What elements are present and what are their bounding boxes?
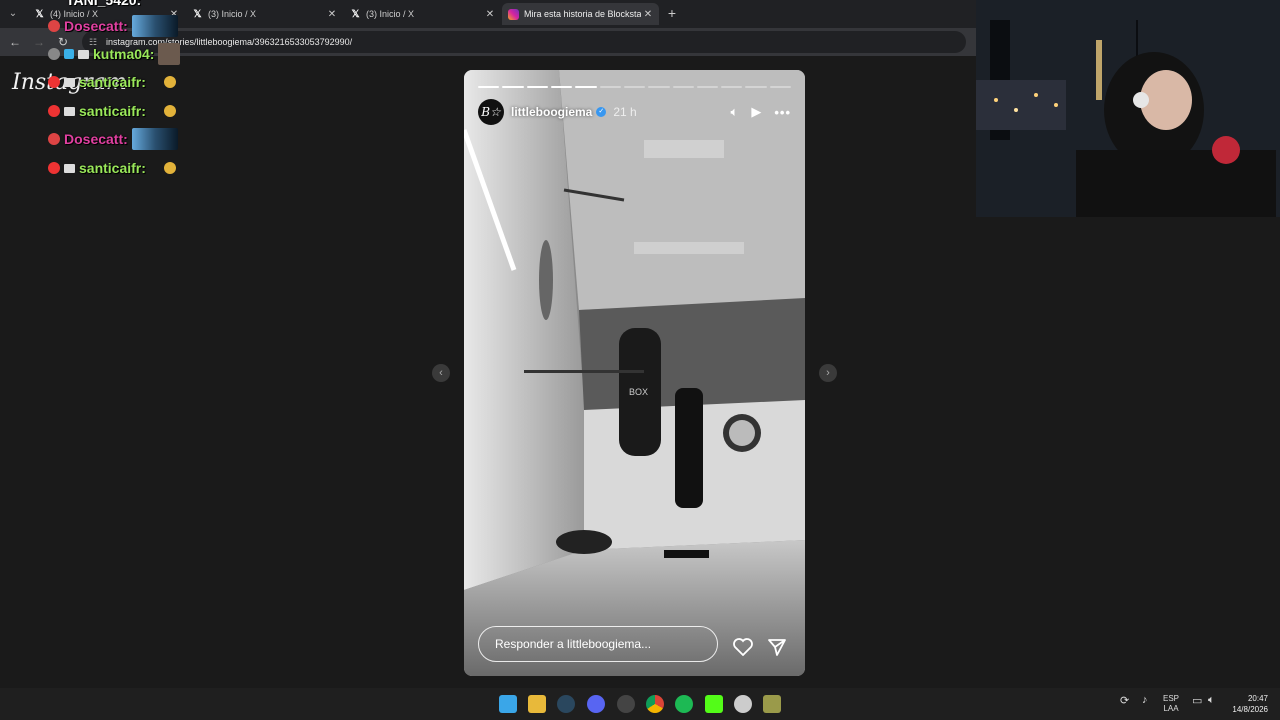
- forward-button[interactable]: →: [31, 34, 47, 50]
- badge-icon: [48, 20, 60, 32]
- chat-line: santicaifr:: [48, 100, 176, 122]
- mail-badge-icon: [64, 163, 75, 173]
- previous-story-button[interactable]: ‹: [432, 364, 450, 382]
- discord-icon[interactable]: [587, 695, 605, 713]
- play-icon[interactable]: ▶: [751, 104, 761, 120]
- language-indicator[interactable]: ESP LAA: [1163, 694, 1179, 714]
- story-photo: BOX: [464, 70, 805, 676]
- x-logo-icon: 𝕏: [35, 8, 44, 20]
- heart-icon[interactable]: [733, 638, 753, 656]
- share-icon[interactable]: [767, 638, 787, 656]
- emote-image: [131, 128, 178, 150]
- progress-segment: [769, 86, 792, 88]
- mail-badge-icon: [64, 106, 75, 116]
- mail-badge-icon: [64, 77, 75, 87]
- story-time-ago: 21 h: [613, 105, 637, 119]
- progress-segment: [696, 86, 719, 88]
- app-icon[interactable]: [763, 695, 781, 713]
- close-tab-icon[interactable]: ✕: [325, 9, 339, 20]
- chat-line-cut: TANI_5420:: [66, 0, 142, 8]
- x-logo-icon: 𝕏: [193, 8, 202, 20]
- progress-segment: [648, 86, 670, 88]
- progress-segment: [526, 86, 548, 88]
- file-explorer-icon[interactable]: [528, 695, 546, 713]
- emoji-icon: [163, 162, 176, 174]
- webcam-image: [976, 0, 1280, 217]
- chat-line: santicaifr:: [48, 157, 176, 179]
- start-menu-icon[interactable]: [499, 695, 517, 713]
- back-button[interactable]: ←: [7, 34, 23, 50]
- sync-icon[interactable]: ⟳: [1120, 694, 1129, 707]
- url-field[interactable]: ☷ instagram.com/stories/littleboogiema/3…: [82, 31, 966, 53]
- emoji-icon: [163, 105, 176, 117]
- chat-line: santicaifr:: [48, 71, 176, 93]
- progress-segment: [575, 86, 597, 88]
- story-viewer[interactable]: BOX B☆ littleboogiema ✓ 21 h 🔈︎ ▶ ••• Re…: [464, 70, 805, 676]
- speaker-icon[interactable]: 🔈︎: [1208, 694, 1215, 707]
- progress-segment: [672, 86, 694, 88]
- spotify-icon[interactable]: [675, 695, 693, 713]
- progress-segment: [623, 86, 646, 88]
- progress-segment: [745, 86, 767, 88]
- network-icon[interactable]: ▭: [1192, 694, 1202, 707]
- badge-icon: [48, 76, 60, 88]
- emote-image: [158, 43, 181, 65]
- new-tab-button[interactable]: +: [664, 5, 680, 21]
- kick-icon[interactable]: [705, 695, 723, 713]
- badge-icon: [48, 162, 60, 174]
- badge-icon: [78, 49, 89, 59]
- story-username[interactable]: littleboogiema: [511, 105, 592, 119]
- chrome-icon[interactable]: [646, 695, 664, 713]
- chat-line: Dosecatt:: [48, 128, 178, 150]
- story-progress-bar: [478, 86, 792, 88]
- next-story-button[interactable]: ›: [819, 364, 837, 382]
- story-header: B☆ littleboogiema ✓ 21 h 🔈︎ ▶ •••: [478, 99, 791, 125]
- badge-icon: [64, 49, 74, 59]
- chat-line: kutma04:: [48, 43, 181, 65]
- badge-icon: [48, 105, 60, 117]
- badge-icon: [48, 48, 60, 60]
- svg-text:BOX: BOX: [629, 387, 648, 397]
- close-tab-icon[interactable]: ✕: [483, 9, 497, 20]
- ccleaner-icon[interactable]: [734, 695, 752, 713]
- progress-segment: [721, 86, 743, 88]
- badge-icon: [48, 133, 60, 145]
- progress-segment: [502, 86, 524, 88]
- more-options-icon[interactable]: •••: [774, 105, 791, 120]
- volume-icon[interactable]: 🔈︎: [731, 104, 739, 120]
- tab-inicio-x-3[interactable]: 𝕏 (3) Inicio / X ✕: [344, 3, 501, 25]
- progress-segment: [550, 86, 573, 88]
- avatar[interactable]: B☆: [478, 99, 504, 125]
- microphone-icon[interactable]: ♪: [1142, 694, 1148, 706]
- chat-line: Dosecatt:: [48, 15, 178, 37]
- webcam-overlay: [976, 0, 1280, 217]
- tab-search-button[interactable]: ⌄: [5, 6, 21, 22]
- verified-icon: ✓: [596, 107, 607, 117]
- instagram-icon: [508, 8, 519, 20]
- steam-icon[interactable]: [557, 695, 575, 713]
- system-clock[interactable]: 20:47 14/8/2026: [1232, 693, 1268, 715]
- tab-instagram-story[interactable]: Mira esta historia de Blockstar ✕: [502, 3, 659, 25]
- reply-input[interactable]: Responder a littleboogiema...: [478, 626, 718, 662]
- close-tab-icon[interactable]: ✕: [641, 9, 655, 20]
- x-logo-icon: 𝕏: [351, 8, 360, 20]
- emoji-icon: [163, 76, 176, 88]
- progress-segment: [478, 86, 500, 88]
- windows-taskbar: ⟳ ♪ ESP LAA ▭ 🔈︎ 20:47 14/8/2026: [0, 688, 1280, 720]
- obs-icon[interactable]: [617, 695, 635, 713]
- progress-segment: [599, 86, 621, 88]
- tab-inicio-x-2[interactable]: 𝕏 (3) Inicio / X ✕: [186, 3, 343, 25]
- emote-image: [131, 15, 178, 37]
